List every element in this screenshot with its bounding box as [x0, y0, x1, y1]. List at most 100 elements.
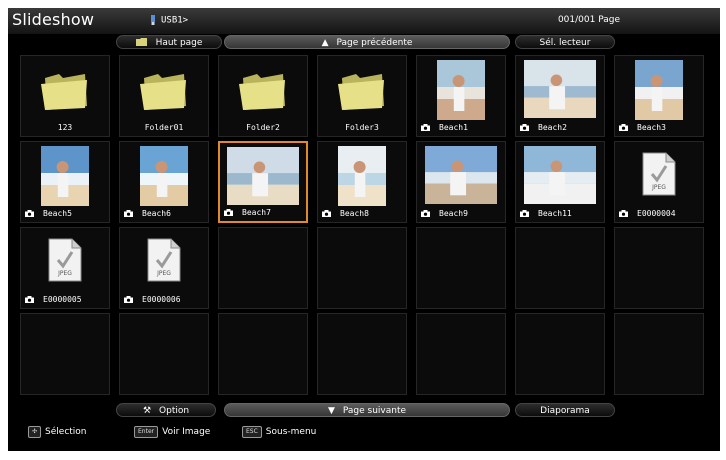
camera-icon: [619, 210, 628, 217]
grid-item-jpeg[interactable]: JPEG E0000006: [119, 227, 209, 309]
item-label: Folder3: [345, 123, 379, 132]
item-caption: Beach3: [615, 123, 703, 133]
next-page-button[interactable]: ▼ Page suivante: [224, 403, 510, 417]
grid-item-folder[interactable]: 123: [20, 55, 110, 137]
grid-item-empty: [119, 313, 209, 395]
projector-screen: Slideshow USB1> 001/001 Page Haut page ▲…: [8, 8, 720, 451]
folder-icon: [140, 74, 186, 110]
item-label: Beach8: [340, 209, 369, 218]
grid-item-folder[interactable]: Folder01: [119, 55, 209, 137]
help-enter: Enter Voir Image: [134, 425, 210, 439]
esc-key-icon: ESC: [242, 425, 262, 438]
item-caption: Beach8: [318, 209, 406, 219]
photo-thumbnail: [635, 60, 683, 120]
folder-home-icon: [135, 36, 148, 50]
photo-thumbnail: [524, 146, 596, 204]
grid-item-empty: [317, 313, 407, 395]
camera-icon: [520, 124, 529, 131]
photo-thumbnail: [425, 146, 497, 204]
camera-icon: [25, 210, 34, 217]
help-esc: ESC Sous-menu: [242, 425, 316, 439]
item-label: Folder01: [144, 123, 184, 132]
source-label: USB1>: [161, 15, 189, 26]
grid-item-photo[interactable]: Beach3: [614, 55, 704, 137]
grid-item-photo[interactable]: Beach6: [119, 141, 209, 223]
grid-item-empty: [218, 227, 308, 309]
thumbnail-grid: 123 Folder01 Folder2 Folder3 Beach1 Beac…: [20, 55, 713, 399]
camera-icon: [224, 209, 233, 216]
photo-thumbnail: [140, 146, 188, 206]
grid-item-jpeg[interactable]: JPEG E0000005: [20, 227, 110, 309]
page-counter: 001/001 Page: [557, 15, 620, 25]
help-esc-label: Sous-menu: [265, 427, 317, 437]
item-caption: Beach7: [220, 208, 306, 218]
folder-icon: [239, 74, 285, 110]
source-path[interactable]: USB1>: [148, 15, 188, 26]
next-page-label: Page suivante: [342, 406, 407, 416]
top-navigation: Haut page ▲ Page précédente Sél. lecteur: [8, 35, 720, 49]
previous-page-label: Page précédente: [336, 38, 413, 48]
camera-icon: [619, 124, 628, 131]
home-page-label: Haut page: [155, 38, 203, 48]
folder-icon: [338, 74, 384, 110]
grid-item-empty: [515, 313, 605, 395]
item-caption: Beach6: [120, 209, 208, 219]
bottom-navigation: ⚒ Option ▼ Page suivante Diaporama: [8, 403, 720, 417]
camera-icon: [322, 210, 331, 217]
triangle-down-icon: ▼: [327, 406, 335, 416]
grid-item-photo[interactable]: Beach2: [515, 55, 605, 137]
grid-item-photo[interactable]: Beach9: [416, 141, 506, 223]
item-label: Beach2: [538, 123, 567, 132]
grid-item-photo[interactable]: Beach1: [416, 55, 506, 137]
grid-item-empty: [614, 227, 704, 309]
item-caption: Beach9: [417, 209, 505, 219]
previous-page-button[interactable]: ▲ Page précédente: [224, 35, 510, 49]
item-caption: Beach1: [417, 123, 505, 133]
item-caption: Beach2: [516, 123, 604, 133]
grid-item-empty: [614, 313, 704, 395]
photo-thumbnail: [41, 146, 89, 206]
grid-item-folder[interactable]: Folder3: [317, 55, 407, 137]
enter-key-icon: Enter: [134, 425, 159, 438]
select-device-button[interactable]: Sél. lecteur: [515, 35, 615, 49]
item-caption: Folder3: [318, 123, 406, 133]
jpeg-file-icon: JPEG: [48, 238, 82, 282]
item-label: 123: [57, 123, 73, 132]
slideshow-button[interactable]: Diaporama: [515, 403, 615, 417]
dpad-icon: ✣: [28, 425, 42, 438]
option-button[interactable]: ⚒ Option: [116, 403, 216, 417]
folder-icon: [41, 74, 87, 110]
grid-item-empty: [20, 313, 110, 395]
photo-thumbnail: [227, 147, 299, 205]
item-label: E0000006: [142, 295, 181, 304]
option-label: Option: [159, 406, 190, 416]
item-caption: E0000004: [615, 209, 703, 219]
camera-icon: [520, 210, 529, 217]
grid-item-photo[interactable]: Beach11: [515, 141, 605, 223]
grid-item-folder[interactable]: Folder2: [218, 55, 308, 137]
item-caption: Beach5: [21, 209, 109, 219]
photo-thumbnail: [524, 60, 596, 118]
grid-item-empty: [416, 227, 506, 309]
grid-item-jpeg[interactable]: JPEG E0000004: [614, 141, 704, 223]
item-label: Beach1: [439, 123, 468, 132]
item-label: Beach7: [242, 208, 271, 217]
item-caption: 123: [21, 123, 109, 133]
home-page-button[interactable]: Haut page: [116, 35, 222, 49]
grid-item-photo[interactable]: Beach7: [218, 141, 308, 223]
item-caption: Folder2: [219, 123, 307, 133]
item-caption: E0000005: [21, 295, 109, 305]
item-label: Beach11: [538, 209, 572, 218]
jpeg-file-icon: JPEG: [642, 152, 676, 196]
item-label: Beach6: [142, 209, 171, 218]
app-title: Slideshow: [12, 10, 95, 29]
jpeg-badge: JPEG: [651, 184, 666, 191]
camera-icon: [124, 210, 133, 217]
grid-item-empty: [218, 313, 308, 395]
grid-item-photo[interactable]: Beach5: [20, 141, 110, 223]
jpeg-badge: JPEG: [156, 270, 171, 277]
slideshow-label: Diaporama: [540, 406, 590, 416]
tools-icon: ⚒: [142, 406, 152, 416]
photo-thumbnail: [437, 60, 485, 120]
grid-item-photo[interactable]: Beach8: [317, 141, 407, 223]
